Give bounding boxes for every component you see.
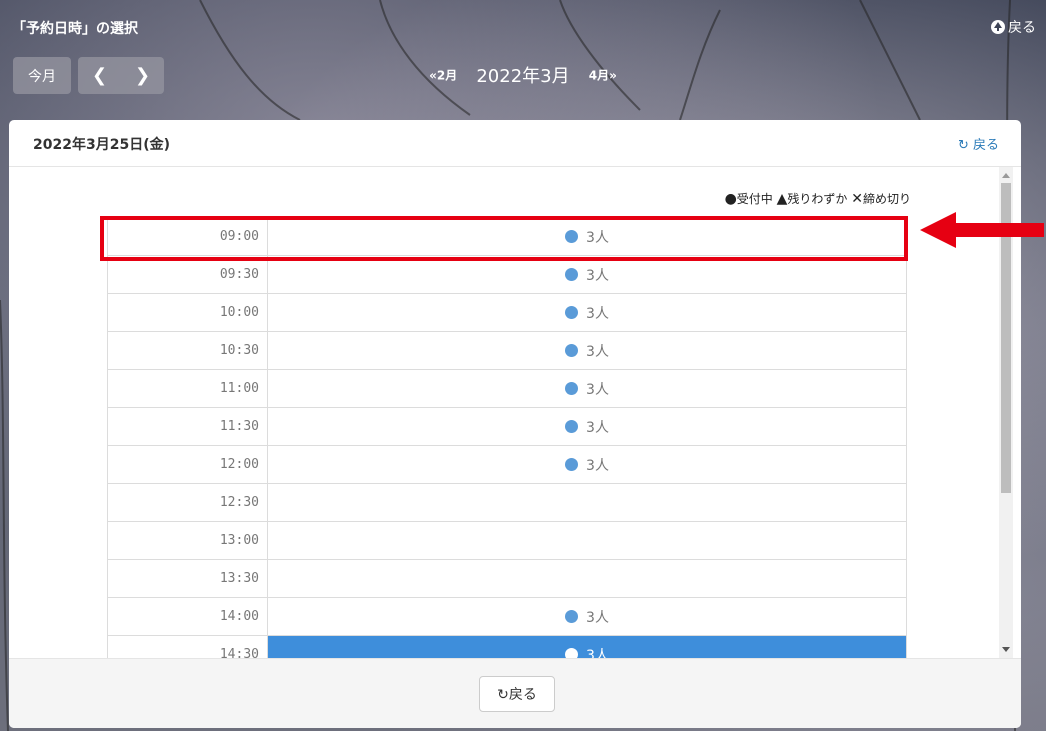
slot-capacity: 3人 bbox=[586, 343, 609, 360]
prev-month-link[interactable]: «2月 bbox=[429, 69, 457, 83]
highlight-box bbox=[100, 216, 908, 261]
slot-availability bbox=[267, 483, 907, 522]
time-slot-row[interactable]: 14:30 3人 bbox=[107, 635, 907, 659]
open-mark: ● bbox=[724, 191, 737, 207]
slot-availability[interactable]: 3人 bbox=[267, 331, 907, 370]
available-dot-icon bbox=[565, 381, 579, 395]
slot-availability[interactable]: 3人 bbox=[267, 635, 907, 659]
slot-capacity: 3人 bbox=[586, 647, 609, 659]
modal-back-link[interactable]: ↻ 戻る bbox=[958, 134, 999, 153]
time-slot-row: 13:30 bbox=[107, 559, 907, 598]
modal-header: 2022年3月25日(金) ↻ 戻る bbox=[9, 120, 1021, 167]
top-back-link[interactable]: 戻る bbox=[991, 17, 1036, 37]
current-month-label: 2022年3月 bbox=[476, 66, 570, 87]
slot-capacity: 3人 bbox=[586, 609, 609, 626]
slot-time: 14:00 bbox=[107, 597, 268, 636]
scroll-up-icon[interactable] bbox=[1002, 173, 1010, 178]
slot-time: 13:30 bbox=[107, 559, 268, 598]
slot-time: 10:00 bbox=[107, 293, 268, 332]
slot-capacity: 3人 bbox=[586, 305, 609, 322]
slot-capacity: 3人 bbox=[586, 267, 609, 284]
available-dot-icon bbox=[565, 457, 579, 471]
slot-time: 12:00 bbox=[107, 445, 268, 484]
closed-label: 締め切り bbox=[862, 192, 911, 206]
slot-time: 11:00 bbox=[107, 369, 268, 408]
modal-footer: ↻戻る bbox=[9, 658, 1021, 728]
time-slot-modal: 2022年3月25日(金) ↻ 戻る ●受付中 ▲残りわずか ✕締め切り 09:… bbox=[9, 120, 1021, 728]
slot-availability bbox=[267, 559, 907, 598]
available-dot-icon bbox=[565, 343, 579, 357]
slot-availability[interactable]: 3人 bbox=[267, 369, 907, 408]
available-dot-icon bbox=[565, 305, 579, 319]
slot-time: 12:30 bbox=[107, 483, 268, 522]
time-slot-row[interactable]: 14:00 3人 bbox=[107, 597, 907, 636]
availability-legend: ●受付中 ▲残りわずか ✕締め切り bbox=[725, 190, 911, 207]
circle-up-icon bbox=[991, 20, 1005, 34]
time-slot-row: 12:30 bbox=[107, 483, 907, 522]
time-slot-row: 13:00 bbox=[107, 521, 907, 560]
slot-availability[interactable]: 3人 bbox=[267, 445, 907, 484]
time-slot-row[interactable]: 10:30 3人 bbox=[107, 331, 907, 370]
footer-back-label: 戻る bbox=[508, 687, 537, 703]
available-dot-icon bbox=[565, 267, 579, 281]
modal-body: ●受付中 ▲残りわずか ✕締め切り 09:00 3人 09:30 3人 10:00 3人 1… bbox=[9, 167, 1021, 658]
available-dot-icon bbox=[565, 647, 579, 658]
slot-capacity: 3人 bbox=[586, 419, 609, 436]
time-slot-table: 09:00 3人 09:30 3人 10:00 3人 10:30 3人 11:00 3人 11:30… bbox=[107, 217, 907, 658]
available-dot-icon bbox=[565, 419, 579, 433]
slot-time: 13:00 bbox=[107, 521, 268, 560]
footer-back-button[interactable]: ↻戻る bbox=[479, 676, 555, 712]
next-month-link[interactable]: 4月» bbox=[589, 69, 617, 83]
slot-capacity: 3人 bbox=[586, 381, 609, 398]
few-mark: ▲ bbox=[776, 191, 788, 207]
slot-capacity: 3人 bbox=[586, 457, 609, 474]
red-arrow-icon bbox=[920, 212, 1044, 248]
slot-time: 14:30 bbox=[107, 635, 268, 658]
time-slot-row[interactable]: 11:30 3人 bbox=[107, 407, 907, 446]
time-slot-row[interactable]: 11:00 3人 bbox=[107, 369, 907, 408]
top-back-label: 戻る bbox=[1008, 20, 1036, 36]
closed-mark: ✕ bbox=[851, 191, 863, 207]
slot-time: 09:30 bbox=[107, 255, 268, 294]
slot-time: 10:30 bbox=[107, 331, 268, 370]
scroll-down-icon[interactable] bbox=[1002, 647, 1010, 652]
slot-availability[interactable]: 3人 bbox=[267, 293, 907, 332]
few-label: 残りわずか bbox=[787, 192, 848, 206]
slot-availability[interactable]: 3人 bbox=[267, 255, 907, 294]
modal-back-label: 戻る bbox=[972, 138, 999, 153]
slot-availability bbox=[267, 521, 907, 560]
slot-availability[interactable]: 3人 bbox=[267, 407, 907, 446]
time-slot-row[interactable]: 09:30 3人 bbox=[107, 255, 907, 294]
slot-availability[interactable]: 3人 bbox=[267, 597, 907, 636]
open-label: 受付中 bbox=[736, 192, 773, 206]
selected-date: 2022年3月25日(金) bbox=[33, 137, 170, 153]
slot-time: 11:30 bbox=[107, 407, 268, 446]
page-title: 「予約日時」の選択 bbox=[12, 21, 138, 37]
month-navigation: «2月 2022年3月 4月» bbox=[0, 62, 1046, 88]
available-dot-icon bbox=[565, 609, 579, 623]
time-slot-row[interactable]: 10:00 3人 bbox=[107, 293, 907, 332]
time-slot-row[interactable]: 12:00 3人 bbox=[107, 445, 907, 484]
